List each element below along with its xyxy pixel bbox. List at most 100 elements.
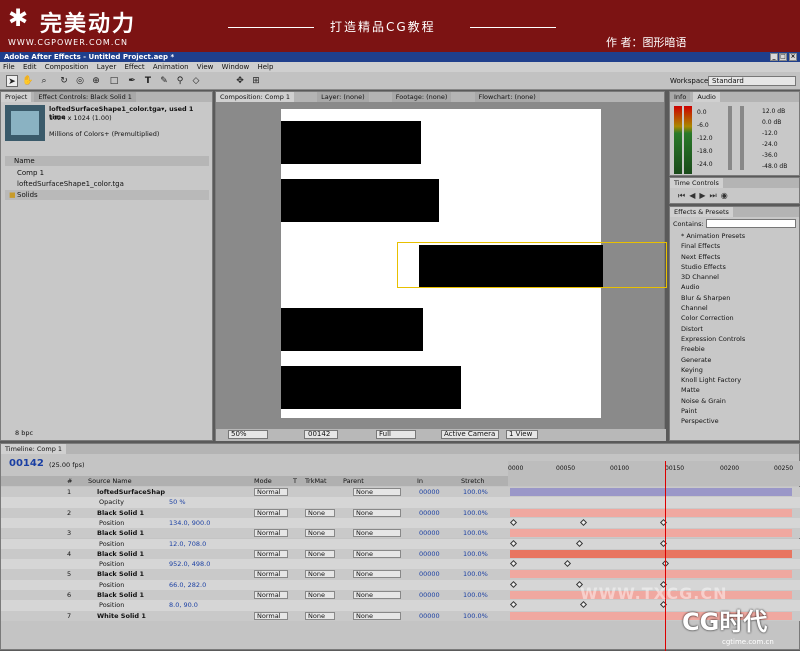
trkmat-select[interactable]: None — [305, 549, 335, 558]
effects-category[interactable]: Paint — [673, 406, 797, 416]
property-value[interactable]: 952.0, 498.0 — [169, 559, 210, 569]
effects-category[interactable]: Knoll Light Factory — [673, 375, 797, 385]
world-axis-icon[interactable]: ⊞ — [250, 75, 262, 87]
tab-effects-presets[interactable]: Effects & Presets — [670, 207, 733, 217]
playback-controls-icon[interactable]: ⏮◀▶⏭◉ — [678, 191, 732, 201]
brush-tool-icon[interactable]: ✎ — [158, 75, 170, 87]
blend-mode-select[interactable]: Normal — [254, 611, 288, 620]
effects-category[interactable]: Audio — [673, 282, 797, 292]
blend-mode-select[interactable]: Normal — [254, 529, 288, 538]
resolution-select[interactable]: Full — [376, 430, 416, 439]
black-solid-layer[interactable] — [281, 121, 421, 164]
zoom-tool-icon[interactable]: ⌕ — [38, 75, 50, 87]
timeline-current-time[interactable]: 00142 — [9, 458, 44, 469]
project-column-name[interactable]: Name — [5, 156, 209, 166]
effects-search-input[interactable] — [706, 219, 796, 228]
rotate-tool-icon[interactable]: ↻ — [58, 75, 70, 87]
parent-select[interactable]: None — [353, 591, 401, 599]
trkmat-select[interactable]: None — [305, 508, 335, 517]
bit-depth-button[interactable]: 8 bpc — [15, 429, 33, 437]
type-tool-icon[interactable]: T — [142, 75, 154, 87]
effects-category[interactable]: Next Effects — [673, 252, 797, 262]
audio-slider-right[interactable] — [740, 106, 744, 170]
effects-category[interactable]: Blur & Sharpen — [673, 293, 797, 303]
tab-layer[interactable]: Layer: (none) — [317, 92, 369, 102]
minimize-button[interactable]: _ — [770, 53, 778, 61]
effects-category[interactable]: Distort — [673, 324, 797, 334]
parent-select[interactable]: None — [353, 570, 401, 579]
trkmat-select[interactable]: None — [305, 529, 335, 538]
menu-window[interactable]: Window — [222, 63, 250, 71]
layer-name[interactable]: Black Solid 1 — [97, 508, 144, 518]
effects-category[interactable]: * Animation Presets — [673, 231, 797, 241]
tab-audio[interactable]: Audio — [693, 92, 720, 102]
trkmat-select[interactable]: None — [305, 591, 335, 599]
effects-category[interactable]: Matte — [673, 385, 797, 395]
tab-time-controls[interactable]: Time Controls — [670, 178, 723, 188]
tab-project[interactable]: Project — [1, 92, 32, 102]
current-time-field[interactable]: 00142 — [304, 430, 338, 439]
camera-select[interactable]: Active Camera — [441, 430, 499, 439]
timeline-property-row[interactable]: Opacity 50 % — [1, 497, 800, 508]
property-value[interactable]: 12.0, 708.0 — [169, 539, 206, 549]
keyframe-icon[interactable] — [509, 539, 518, 547]
project-item-footage[interactable]: loftedSurfaceShape1_color.tga — [5, 179, 209, 189]
col-source[interactable]: Source Name — [88, 476, 132, 486]
trkmat-select[interactable]: None — [305, 611, 335, 620]
audio-slider-left[interactable] — [728, 106, 732, 170]
parent-select[interactable]: None — [353, 508, 401, 517]
clone-stamp-icon[interactable]: ⚲ — [174, 75, 186, 87]
pen-tool-icon[interactable]: ✒ — [126, 75, 138, 87]
selection-bounding-box[interactable] — [397, 242, 667, 288]
tab-footage[interactable]: Footage: (none) — [391, 92, 452, 102]
menu-composition[interactable]: Composition — [45, 63, 89, 71]
orbit-camera-icon[interactable]: ◎ — [74, 75, 86, 87]
menu-layer[interactable]: Layer — [97, 63, 117, 71]
menu-help[interactable]: Help — [257, 63, 273, 71]
menu-animation[interactable]: Animation — [153, 63, 189, 71]
keyframe-icon[interactable] — [509, 601, 518, 609]
axis-mode-icon[interactable]: ✥ — [234, 75, 246, 87]
blend-mode-select[interactable]: Normal — [254, 591, 288, 599]
workspace-select[interactable]: Standard — [708, 76, 796, 86]
blend-mode-select[interactable]: Normal — [254, 488, 288, 496]
keyframe-icon[interactable] — [509, 580, 518, 588]
selection-tool-icon[interactable]: ➤ — [6, 75, 18, 87]
property-value[interactable]: 134.0, 900.0 — [169, 518, 210, 528]
keyframe-icon[interactable] — [575, 539, 584, 547]
maximize-button[interactable]: □ — [779, 53, 787, 61]
layer-name[interactable]: White Solid 1 — [97, 611, 146, 621]
tab-flowchart[interactable]: Flowchart: (none) — [474, 92, 540, 102]
property-value[interactable]: 8.0, 90.0 — [169, 600, 198, 610]
pan-behind-icon[interactable]: ⊕ — [90, 75, 102, 87]
layer-duration-bar[interactable] — [510, 549, 792, 558]
blend-mode-select[interactable]: Normal — [254, 549, 288, 558]
layer-duration-bar[interactable] — [510, 529, 792, 538]
tab-info[interactable]: Info — [670, 92, 691, 102]
trkmat-select[interactable]: None — [305, 570, 335, 579]
view-layout-select[interactable]: 1 View — [506, 430, 538, 439]
effects-category[interactable]: Expression Controls — [673, 334, 797, 344]
zoom-select[interactable]: 50% — [228, 430, 268, 439]
effects-category[interactable]: Noise & Grain — [673, 396, 797, 406]
timeline-property-row[interactable]: Position 952.0, 498.0 — [1, 559, 800, 570]
effects-category[interactable]: 3D Channel — [673, 272, 797, 282]
project-item-comp[interactable]: Comp 1 — [5, 168, 209, 178]
layer-name[interactable]: Black Solid 1 — [97, 590, 144, 600]
timeline-property-row[interactable]: Position 12.0, 708.0 — [1, 538, 800, 549]
menu-effect[interactable]: Effect — [124, 63, 144, 71]
black-solid-layer[interactable] — [281, 366, 461, 409]
parent-select[interactable]: None — [353, 529, 401, 538]
timeline-property-row[interactable]: Position 134.0, 900.0 — [1, 517, 800, 529]
effects-category[interactable]: Final Effects — [673, 241, 797, 251]
effects-category[interactable]: Keying — [673, 365, 797, 375]
tab-composition[interactable]: Composition: Comp 1 — [216, 92, 295, 102]
eraser-tool-icon[interactable]: ◇ — [190, 75, 202, 87]
effects-category[interactable]: Studio Effects — [673, 262, 797, 272]
effects-category[interactable]: Perspective — [673, 416, 797, 426]
effects-category[interactable]: Color Correction — [673, 313, 797, 323]
timeline-layer-row[interactable]: 1 loftedSurfaceShap Normal None 00000 100.0% — [1, 487, 800, 498]
timeline-layer-row[interactable]: 2 Black Solid 1 Normal None None 00000 100.0% — [1, 507, 800, 518]
timeline-layer-row[interactable]: 4 Black Solid 1 Normal None None 00000 100.0% — [1, 548, 800, 560]
menu-view[interactable]: View — [197, 63, 214, 71]
